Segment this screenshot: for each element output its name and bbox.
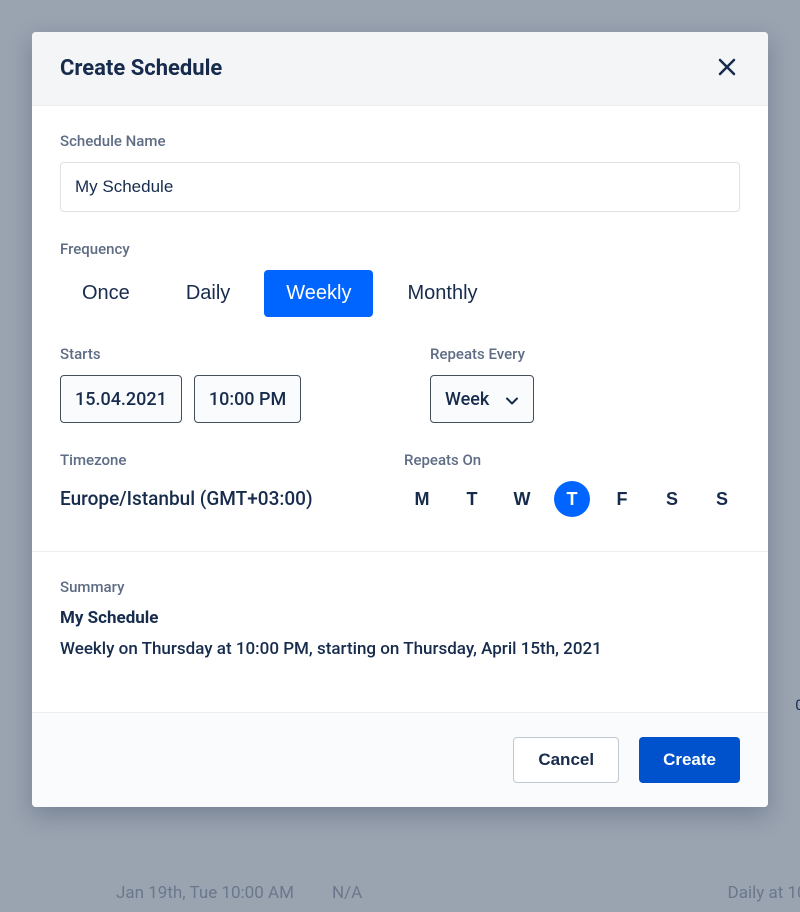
create-schedule-modal: Create Schedule Schedule Name Frequency … (32, 32, 768, 807)
summary-title: My Schedule (60, 608, 740, 628)
starts-section: Starts 15.04.2021 10:00 PM (60, 345, 370, 423)
schedule-name-label: Schedule Name (60, 132, 740, 150)
modal-header: Create Schedule (32, 32, 768, 106)
days-row: M T W T F S S (404, 481, 740, 517)
day-thursday[interactable]: T (554, 481, 590, 517)
day-friday[interactable]: F (604, 481, 640, 517)
repeats-on-label: Repeats On (404, 451, 740, 469)
summary-section: Summary My Schedule Weekly on Thursday a… (60, 578, 740, 662)
bg-row-date: Jan 19th, Tue 10:00 AM (116, 883, 294, 903)
frequency-tab-once[interactable]: Once (60, 270, 152, 317)
close-icon (718, 58, 736, 79)
repeats-on-section: Repeats On M T W T F S S (404, 451, 740, 517)
schedule-name-section: Schedule Name (60, 132, 740, 212)
timezone-section: Timezone Europe/Istanbul (GMT+03:00) (60, 451, 344, 517)
frequency-tabs: Once Daily Weekly Monthly (60, 270, 740, 317)
chevron-down-icon (505, 392, 519, 406)
timezone-label: Timezone (60, 451, 344, 469)
day-tuesday[interactable]: T (454, 481, 490, 517)
starts-date-value: 15.04.2021 (75, 389, 167, 410)
bg-row-freq: Daily at 10:00 AM (728, 883, 800, 903)
bg-row-na: N/A (332, 883, 362, 903)
starts-repeats-row: Starts 15.04.2021 10:00 PM Repeats Every… (60, 345, 740, 423)
frequency-section: Frequency Once Daily Weekly Monthly (60, 240, 740, 317)
starts-label: Starts (60, 345, 370, 363)
divider (32, 551, 768, 552)
close-button[interactable] (714, 54, 740, 83)
summary-description: Weekly on Thursday at 10:00 PM, starting… (60, 638, 740, 662)
create-button[interactable]: Create (639, 737, 740, 783)
frequency-label: Frequency (60, 240, 740, 258)
repeats-every-label: Repeats Every (430, 345, 740, 363)
starts-time-input[interactable]: 10:00 PM (194, 375, 301, 423)
cancel-button[interactable]: Cancel (513, 737, 619, 783)
schedule-name-input[interactable] (60, 162, 740, 212)
starts-time-value: 10:00 PM (209, 389, 286, 410)
repeats-every-section: Repeats Every Week (430, 345, 740, 423)
timezone-repeatson-row: Timezone Europe/Istanbul (GMT+03:00) Rep… (60, 451, 740, 517)
day-saturday[interactable]: S (654, 481, 690, 517)
repeats-every-value: Week (445, 389, 489, 410)
day-monday[interactable]: M (404, 481, 440, 517)
day-wednesday[interactable]: W (504, 481, 540, 517)
summary-label: Summary (60, 578, 740, 596)
day-sunday[interactable]: S (704, 481, 740, 517)
frequency-tab-monthly[interactable]: Monthly (385, 270, 499, 317)
modal-footer: Cancel Create (32, 712, 768, 807)
frequency-tab-weekly[interactable]: Weekly (264, 270, 373, 317)
modal-title: Create Schedule (60, 56, 222, 81)
starts-date-input[interactable]: 15.04.2021 (60, 375, 182, 423)
repeats-every-select[interactable]: Week (430, 375, 534, 423)
frequency-tab-daily[interactable]: Daily (164, 270, 252, 317)
timezone-value: Europe/Istanbul (GMT+03:00) (60, 487, 344, 510)
bg-text: 0 PM (795, 696, 800, 714)
